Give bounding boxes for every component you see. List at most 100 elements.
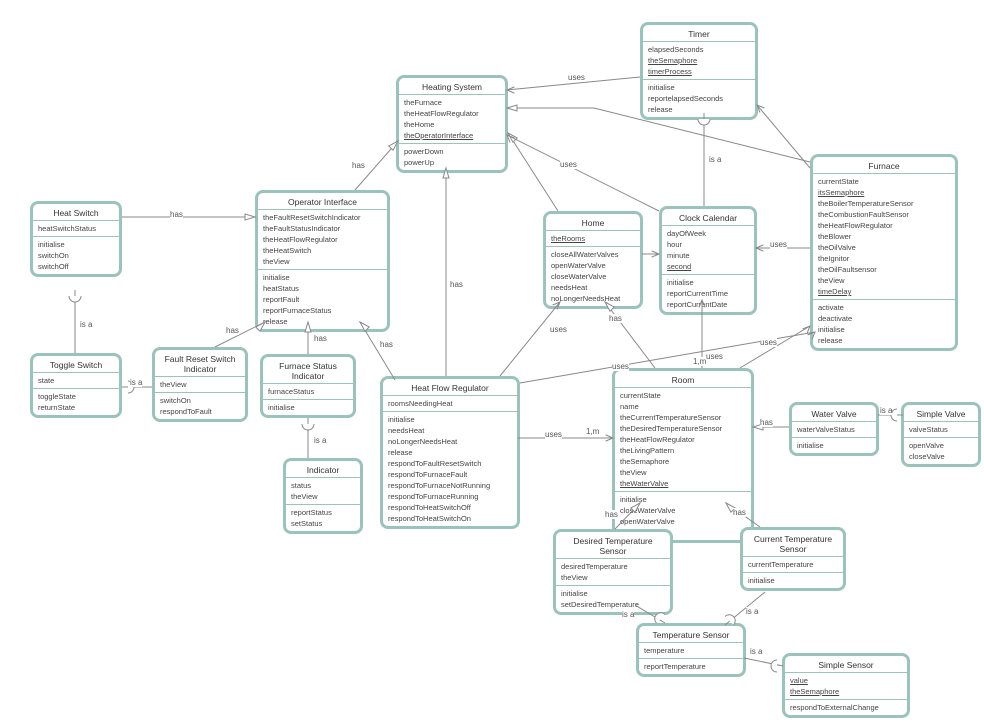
node-desired-temperature-sensor: Desired TemperatureSensordesiredTemperat… xyxy=(553,529,673,615)
node-attribute: theFaultResetSwitchIndicator xyxy=(263,212,382,223)
node-attribute: setStatus xyxy=(291,518,355,529)
node-attribute: respondToExternalChange xyxy=(790,702,902,713)
node-attribute: theHome xyxy=(404,119,500,130)
node-attribute: theOilFaultsensor xyxy=(818,264,950,275)
node-attribute: minute xyxy=(667,250,749,261)
node-attribute: respondToFurnaceFault xyxy=(388,469,512,480)
node-heat-switch: Heat SwitchheatSwitchStatusinitialiseswi… xyxy=(30,201,122,277)
edge-label: has xyxy=(760,418,773,427)
node-section: reportTemperature xyxy=(639,659,743,674)
node-title: Fault Reset SwitchIndicator xyxy=(155,350,245,377)
node-attribute: reportCurrentDate xyxy=(667,299,749,310)
node-attribute: theView xyxy=(620,467,746,478)
node-attribute: theView xyxy=(160,379,240,390)
node-attribute: currentTemperature xyxy=(748,559,838,570)
edge-label: has xyxy=(380,340,393,349)
node-section: currentTemperature xyxy=(743,557,843,573)
node-attribute: noLongerNeedsHeat xyxy=(551,293,635,304)
node-section: powerDownpowerUp xyxy=(399,144,505,170)
node-attribute: furnaceStatus xyxy=(268,386,348,397)
node-section: dayOfWeekhourminutesecond xyxy=(662,226,754,275)
node-attribute: closeWaterValve xyxy=(551,271,635,282)
node-attribute: initialise xyxy=(667,277,749,288)
node-attribute: theSemaphore xyxy=(790,686,902,697)
node-section: initialise xyxy=(263,400,353,415)
node-section: initialisesetDesiredTemperature xyxy=(556,586,670,612)
node-attribute: respondToFault xyxy=(160,406,240,417)
edge-label: uses xyxy=(612,362,629,371)
edge-label: uses xyxy=(770,240,787,249)
edge-label: is a xyxy=(709,155,721,164)
edge-label: is a xyxy=(314,436,326,445)
node-section: currentStatenametheCurrentTemperatureSen… xyxy=(615,388,751,492)
edge-label: has xyxy=(450,280,463,289)
edge-label: is a xyxy=(80,320,92,329)
node-attribute: initialise xyxy=(648,82,750,93)
node-attribute: theView xyxy=(561,572,665,583)
node-attribute: switchOff xyxy=(38,261,114,272)
node-attribute: currentState xyxy=(620,390,746,401)
node-attribute: respondToFaultResetSwitch xyxy=(388,458,512,469)
node-title: Heating System xyxy=(399,78,505,95)
edge-label: is a xyxy=(880,406,892,415)
node-attribute: theLivingPattern xyxy=(620,445,746,456)
node-title: Current TemperatureSensor xyxy=(743,530,843,557)
edge-label: uses xyxy=(545,430,562,439)
node-attribute: heatSwitchStatus xyxy=(38,223,114,234)
node-attribute: closeValve xyxy=(909,451,973,462)
node-section: theView xyxy=(155,377,245,393)
node-attribute: setDesiredTemperature xyxy=(561,599,665,610)
node-attribute: theSemaphore xyxy=(620,456,746,467)
node-attribute: currentState xyxy=(818,176,950,187)
node-title: Furnace xyxy=(813,157,955,174)
node-simple-sensor: Simple SensorvaluetheSemaphorerespondToE… xyxy=(782,653,910,718)
node-attribute: theOilValve xyxy=(818,242,950,253)
edge-label: is a xyxy=(622,610,634,619)
edge-label: uses xyxy=(568,73,585,82)
node-home: HometheRoomscloseAllWaterValvesopenWater… xyxy=(543,211,643,309)
node-section: desiredTemperaturetheView xyxy=(556,559,670,586)
node-section: switchOnrespondToFault xyxy=(155,393,245,419)
node-attribute: state xyxy=(38,375,114,386)
node-section: theFaultResetSwitchIndicatortheFaultStat… xyxy=(258,210,387,270)
node-fault-reset-switch-indicator: Fault Reset SwitchIndicator theView switch… xyxy=(152,347,248,422)
node-section: waterValveStatus xyxy=(792,422,876,438)
node-attribute: second xyxy=(667,261,749,272)
edge-label: is a xyxy=(130,378,142,387)
node-attribute: toggleState xyxy=(38,391,114,402)
node-attribute: noLongerNeedsHeat xyxy=(388,436,512,447)
node-attribute: switchOn xyxy=(160,395,240,406)
node-attribute: needsHeat xyxy=(551,282,635,293)
node-clock-calendar: Clock CalendardayOfWeekhourminutesecondi… xyxy=(659,206,757,315)
node-furnace-status-indicator: Furnace StatusIndicator furnaceStatus init… xyxy=(260,354,356,418)
edge-multiplicity: 1,m xyxy=(586,427,599,436)
node-attribute: waterValveStatus xyxy=(797,424,871,435)
node-title: Temperature Sensor xyxy=(639,626,743,643)
node-title: Furnace StatusIndicator xyxy=(263,357,353,384)
node-section: respondToExternalChange xyxy=(785,700,907,715)
node-attribute: initialise xyxy=(388,414,512,425)
node-attribute: reportFault xyxy=(263,294,382,305)
node-section: valveStatus xyxy=(904,422,978,438)
node-attribute: respondToHeatSwitchOff xyxy=(388,502,512,513)
node-attribute: timeDelay xyxy=(818,286,950,297)
node-temperature-sensor: Temperature SensortemperaturereportTempe… xyxy=(636,623,746,677)
node-section: heatSwitchStatus xyxy=(33,221,119,237)
node-section: roomsNeedingHeat xyxy=(383,396,517,412)
node-section: activatedeactivateinitialiserelease xyxy=(813,300,955,348)
node-attribute: hour xyxy=(667,239,749,250)
node-attribute: valveStatus xyxy=(909,424,973,435)
edge-label: has xyxy=(605,510,618,519)
node-operator-interface: Operator InterfacetheFaultResetSwitchInd… xyxy=(255,190,390,332)
node-attribute: reportelapsedSeconds xyxy=(648,93,750,104)
node-section: initialise xyxy=(743,573,843,588)
node-attribute: initialise xyxy=(561,588,665,599)
node-timer: TimerelapsedSecondstheSemaphoretimerProc… xyxy=(640,22,758,120)
node-attribute: theFurnace xyxy=(404,97,500,108)
node-section: theRooms xyxy=(546,231,640,247)
node-attribute: initialise xyxy=(797,440,871,451)
node-attribute: openWaterValve xyxy=(620,516,746,527)
node-attribute: dayOfWeek xyxy=(667,228,749,239)
node-attribute: theView xyxy=(818,275,950,286)
node-attribute: theSemaphore xyxy=(648,55,750,66)
